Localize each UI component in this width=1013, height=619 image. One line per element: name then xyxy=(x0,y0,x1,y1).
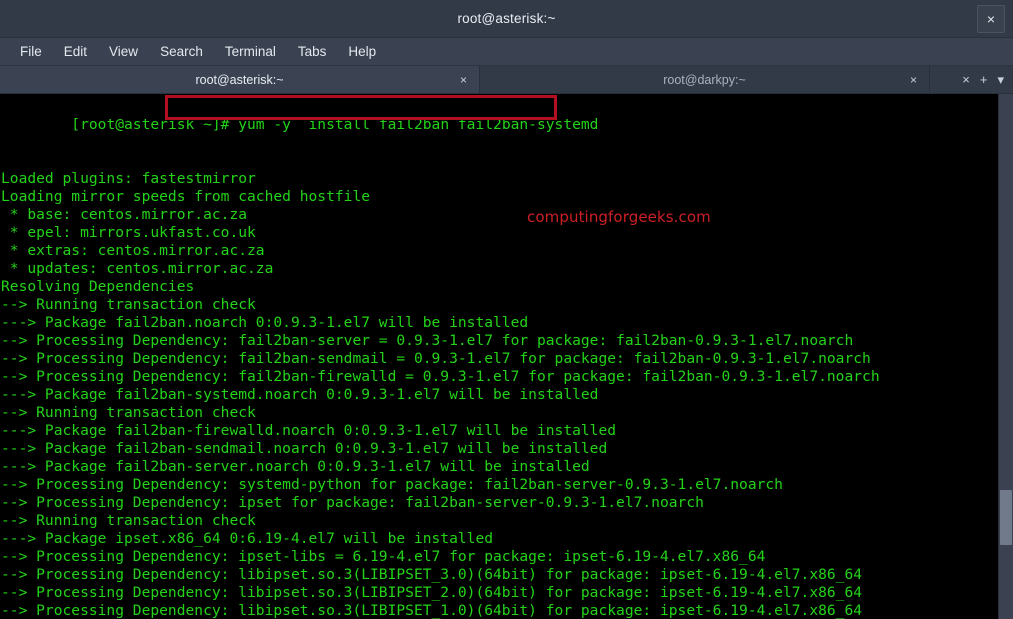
tab-close-icon[interactable]: × xyxy=(460,73,467,87)
shell-prompt: [root@asterisk ~]# xyxy=(71,116,239,133)
terminal-output-lines: Loaded plugins: fastestmirror Loading mir… xyxy=(1,170,998,619)
terminal-line: --> Processing Dependency: fail2ban-fire… xyxy=(1,368,880,385)
tab-bar-controls: × + ▾ xyxy=(930,66,1013,93)
terminal-line: --> Running transaction check xyxy=(1,404,256,421)
tab-root-darkpy[interactable]: root@darkpy:~ × xyxy=(480,66,930,93)
window-close-button[interactable]: × xyxy=(977,5,1005,33)
terminal-scrollbar[interactable] xyxy=(998,94,1013,619)
terminal-line: --> Processing Dependency: systemd-pytho… xyxy=(1,476,783,493)
terminal-line: ---> Package fail2ban-server.noarch 0:0.… xyxy=(1,458,590,475)
terminal-line: --> Processing Dependency: fail2ban-serv… xyxy=(1,332,854,349)
menu-item-help[interactable]: Help xyxy=(337,42,387,61)
tab-label: root@darkpy:~ xyxy=(663,72,746,87)
terminal-line: ---> Package fail2ban-systemd.noarch 0:0… xyxy=(1,386,599,403)
menu-item-tabs[interactable]: Tabs xyxy=(287,42,338,61)
menu-bar: File Edit View Search Terminal Tabs Help xyxy=(0,38,1013,66)
terminal-output[interactable]: [root@asterisk ~]# yum -y install fail2b… xyxy=(0,94,998,619)
terminal-line: Loaded plugins: fastestmirror xyxy=(1,170,256,187)
terminal-line: ---> Package ipset.x86_64 0:6.19-4.el7 w… xyxy=(1,530,494,547)
terminal-line: --> Running transaction check xyxy=(1,512,256,529)
terminal-line: --> Processing Dependency: ipset-libs = … xyxy=(1,548,766,565)
tab-close-icon[interactable]: × xyxy=(910,73,917,87)
terminal-area: [root@asterisk ~]# yum -y install fail2b… xyxy=(0,93,1013,619)
terminal-line: --> Processing Dependency: fail2ban-send… xyxy=(1,350,871,367)
terminal-line: --> Running transaction check xyxy=(1,296,256,313)
chevron-down-icon[interactable]: ▾ xyxy=(997,73,1004,86)
tab-bar: root@asterisk:~ × root@darkpy:~ × × + ▾ xyxy=(0,66,1013,93)
terminal-line: Loading mirror speeds from cached hostfi… xyxy=(1,188,371,205)
terminal-line: --> Processing Dependency: libipset.so.3… xyxy=(1,584,863,601)
terminal-line: * epel: mirrors.ukfast.co.uk xyxy=(1,224,256,241)
close-icon[interactable]: × xyxy=(962,73,970,86)
terminal-line: ---> Package fail2ban-sendmail.noarch 0:… xyxy=(1,440,608,457)
terminal-line: * updates: centos.mirror.ac.za xyxy=(1,260,274,277)
scrollbar-thumb[interactable] xyxy=(1000,490,1012,545)
tab-label: root@asterisk:~ xyxy=(195,72,284,87)
terminal-line: ---> Package fail2ban-firewalld.noarch 0… xyxy=(1,422,617,439)
terminal-line: ---> Package fail2ban.noarch 0:0.9.3-1.e… xyxy=(1,314,529,331)
terminal-command-line: [root@asterisk ~]# yum -y install fail2b… xyxy=(1,95,998,170)
window-title: root@asterisk:~ xyxy=(457,11,556,26)
shell-command: yum -y install fail2ban fail2ban-systemd xyxy=(238,116,599,133)
menu-item-file[interactable]: File xyxy=(9,42,53,61)
menu-item-view[interactable]: View xyxy=(98,42,149,61)
new-tab-icon[interactable]: + xyxy=(980,73,988,86)
terminal-line: * extras: centos.mirror.ac.za xyxy=(1,242,265,259)
title-bar: root@asterisk:~ × xyxy=(0,0,1013,38)
menu-item-edit[interactable]: Edit xyxy=(53,42,98,61)
menu-item-search[interactable]: Search xyxy=(149,42,214,61)
terminal-line: Resolving Dependencies xyxy=(1,278,195,295)
terminal-line: --> Processing Dependency: libipset.so.3… xyxy=(1,566,863,583)
terminal-window: root@asterisk:~ × File Edit View Search … xyxy=(0,0,1013,619)
tab-root-asterisk[interactable]: root@asterisk:~ × xyxy=(0,66,480,93)
menu-item-terminal[interactable]: Terminal xyxy=(214,42,287,61)
terminal-line: --> Processing Dependency: ipset for pac… xyxy=(1,494,704,511)
terminal-line: * base: centos.mirror.ac.za xyxy=(1,206,248,223)
terminal-line: --> Processing Dependency: libipset.so.3… xyxy=(1,602,863,619)
